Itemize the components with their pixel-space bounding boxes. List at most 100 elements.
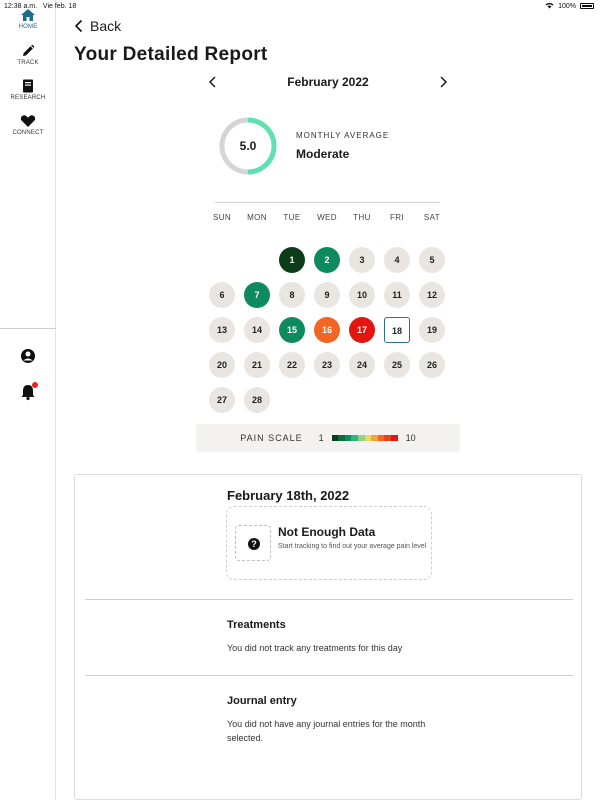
sidebar-item-label: TRACK [17, 60, 39, 66]
sidebar-item-research[interactable]: RESEARCH [0, 79, 56, 101]
calendar-day-28[interactable]: 28 [244, 387, 270, 413]
calendar-day-26[interactable]: 26 [419, 352, 445, 378]
weekday-fri: FRI [389, 213, 405, 222]
sidebar-item-label: RESEARCH [10, 95, 46, 101]
sidebar-divider [0, 328, 56, 329]
calendar-day-24[interactable]: 24 [349, 352, 375, 378]
calendar-day-8[interactable]: 8 [279, 282, 305, 308]
calendar-day-23[interactable]: 23 [314, 352, 340, 378]
battery-icon [580, 3, 594, 9]
calendar-day-25[interactable]: 25 [384, 352, 410, 378]
sidebar-item-label: CONNECT [12, 130, 44, 136]
calendar-day-6[interactable]: 6 [209, 282, 235, 308]
sidebar-item-track[interactable]: TRACK [0, 44, 56, 66]
nodata-title: Not Enough Data [278, 525, 376, 539]
profile-button[interactable] [18, 346, 38, 366]
weekday-sun: SUN [212, 213, 232, 222]
calendar-day-19[interactable]: 19 [419, 317, 445, 343]
month-navigation: February 2022 [200, 72, 456, 92]
journal-text: You did not have any journal entries for… [227, 719, 426, 743]
calendar-day-14[interactable]: 14 [244, 317, 270, 343]
pain-scale-segment [351, 435, 359, 441]
pain-scale-segment [358, 435, 365, 441]
book-icon [23, 79, 33, 93]
sidebar-item-connect[interactable]: CONNECT [0, 114, 56, 136]
calendar-day-7[interactable]: 7 [244, 282, 270, 308]
status-right: 100% [545, 2, 594, 11]
weekday-wed: WED [317, 213, 337, 222]
question-icon: ? [248, 538, 260, 550]
pain-scale-segment [384, 435, 392, 441]
calendar-day-21[interactable]: 21 [244, 352, 270, 378]
profile-icon [21, 349, 35, 363]
month-label: February 2022 [287, 75, 369, 89]
monthly-average-value: 5.0 [239, 139, 257, 153]
back-button[interactable]: Back [74, 18, 121, 34]
pain-scale-segment [338, 435, 345, 441]
weekday-sat: SAT [423, 213, 441, 222]
battery-percent: 100% [558, 2, 576, 10]
section-divider [85, 675, 573, 676]
monthly-average-label: MONTHLY AVERAGE [296, 131, 390, 140]
pain-scale-segment [377, 435, 385, 441]
calendar-day-15[interactable]: 15 [279, 317, 305, 343]
calendar-day-12[interactable]: 12 [419, 282, 445, 308]
section-divider [85, 599, 573, 600]
calendar-day-3[interactable]: 3 [349, 247, 375, 273]
heart-icon [20, 115, 36, 127]
journal-title: Journal entry [227, 695, 297, 707]
calendar-day-17[interactable]: 17 [349, 317, 375, 343]
pain-scale-segment [371, 435, 378, 441]
treatments-title: Treatments [227, 619, 286, 631]
calendar-day-5[interactable]: 5 [419, 247, 445, 273]
calendar-day-22[interactable]: 22 [279, 352, 305, 378]
sidebar-item-label: HOME [18, 24, 38, 30]
day-detail-card: February 18th, 2022 ? Not Enough Data St… [74, 474, 582, 800]
pain-scale-segment [331, 435, 339, 441]
status-date: Vie feb. 18 [42, 2, 77, 10]
calendar-day-27[interactable]: 27 [209, 387, 235, 413]
pain-scale: PAIN SCALE 1 10 [196, 424, 460, 452]
weekday-mon: MON [247, 213, 267, 222]
back-label: Back [90, 18, 122, 34]
weekday-thu: THU [353, 213, 371, 222]
calendar-day-20[interactable]: 20 [209, 352, 235, 378]
pain-scale-gradient [331, 435, 398, 441]
nodata-icon-box: ? [235, 525, 271, 561]
status-left: 12:38 a.m. Vie feb. 18 [4, 3, 76, 10]
pencil-icon [23, 44, 35, 56]
next-month-button[interactable] [436, 74, 450, 90]
pain-scale-segment [344, 435, 352, 441]
calendar-day-2[interactable]: 2 [314, 247, 340, 273]
treatments-text: You did not track any treatments for thi… [227, 643, 403, 653]
calendar-day-11[interactable]: 11 [384, 282, 410, 308]
monthly-average-ring: 5.0 [218, 116, 278, 176]
nodata-subtitle: Start tracking to find out your average … [278, 543, 427, 550]
calendar-day-16[interactable]: 16 [314, 317, 340, 343]
weekday-tue: TUE [283, 213, 301, 222]
calendar-day-10[interactable]: 10 [349, 282, 375, 308]
page-title: Your Detailed Report [74, 44, 268, 65]
calendar-divider [215, 202, 440, 203]
notification-badge [32, 382, 38, 388]
pain-scale-segment [364, 435, 372, 441]
notifications-button[interactable] [18, 382, 38, 402]
sidebar: HOME TRACK RESEARCH CONNECT [0, 0, 56, 800]
calendar-day-9[interactable]: 9 [314, 282, 340, 308]
status-time: 12:38 a.m. [4, 2, 38, 10]
calendar-day-1[interactable]: 1 [279, 247, 305, 273]
pain-scale-segment [391, 435, 398, 441]
selected-date-title: February 18th, 2022 [227, 488, 350, 503]
pain-scale-max: 10 [405, 433, 416, 443]
wifi-icon [545, 2, 554, 11]
chevron-right-icon [440, 76, 447, 88]
calendar-day-18[interactable]: 18 [384, 317, 410, 343]
calendar-day-13[interactable]: 13 [209, 317, 235, 343]
monthly-average-text: Moderate [296, 147, 350, 161]
calendar-day-4[interactable]: 4 [384, 247, 410, 273]
pain-scale-label: PAIN SCALE [240, 433, 303, 443]
pain-scale-min: 1 [318, 433, 324, 443]
status-bar: 12:38 a.m. Vie feb. 18 100% [0, 0, 600, 12]
not-enough-data-box: ? Not Enough Data Start tracking to find… [226, 506, 432, 580]
chevron-left-icon [74, 19, 83, 33]
